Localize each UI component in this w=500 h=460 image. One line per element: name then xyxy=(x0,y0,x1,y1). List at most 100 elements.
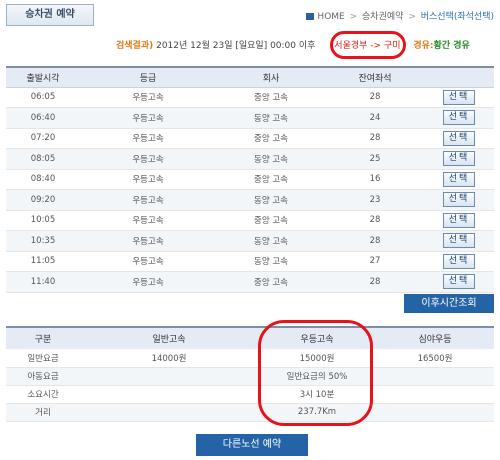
breadcrumb-home[interactable]: HOME xyxy=(317,12,344,22)
remaining-seats: 25 xyxy=(326,148,424,170)
table-row: 10:05 우등고속 중앙 고속 28 선택 xyxy=(6,210,494,231)
departure-time: 08:40 xyxy=(6,169,80,190)
bus-grade: 우등고속 xyxy=(80,230,216,252)
fare-premium: 237.7Km xyxy=(258,403,376,422)
fare-label: 소요시간 xyxy=(6,385,80,404)
table-row: 06:05 우등고속 중앙 고속 28 선택 xyxy=(6,87,494,108)
column-header-select xyxy=(424,67,494,88)
select-button[interactable]: 선택 xyxy=(443,110,475,126)
fare-premium: 일반요금의 50% xyxy=(258,367,376,386)
column-header-time: 출발시각 xyxy=(6,67,80,88)
column-header-night: 심야우등 xyxy=(376,327,494,349)
departure-time: 06:40 xyxy=(6,107,80,129)
bus-company: 중앙 고속 xyxy=(216,169,326,190)
bus-company: 중앙 고속 xyxy=(216,210,326,231)
select-button[interactable]: 선택 xyxy=(443,151,475,167)
column-header-grade: 등급 xyxy=(80,67,216,88)
table-row: 거리 237.7Km xyxy=(6,403,494,422)
breadcrumb-current: 버스선택(좌석선택) xyxy=(420,12,494,22)
bus-company: 중앙 고속 xyxy=(216,87,326,108)
fare-night xyxy=(376,385,494,404)
table-row: 11:05 우등고속 동양 고속 27 선택 xyxy=(6,251,494,272)
table-header-row: 구분 일반고속 우등고속 심야우등 xyxy=(6,327,494,349)
fare-label: 거리 xyxy=(6,403,80,422)
fare-general: 14000원 xyxy=(80,349,258,368)
via-label: 경유: xyxy=(413,41,434,51)
select-button[interactable]: 선택 xyxy=(443,212,475,228)
remaining-seats: 28 xyxy=(326,271,424,293)
departure-time: 11:40 xyxy=(6,271,80,293)
home-icon xyxy=(306,13,315,20)
table-row: 08:05 우등고속 동양 고속 25 선택 xyxy=(6,148,494,170)
bus-grade: 우등고속 xyxy=(80,148,216,170)
bus-company: 중앙 고속 xyxy=(216,128,326,149)
column-header-general: 일반고속 xyxy=(80,327,258,349)
select-button[interactable]: 선택 xyxy=(443,233,475,249)
departure-time: 11:05 xyxy=(6,251,80,272)
search-info: 검색결과) 2012년 12월 23일 [일요일] 00:00 이후 서울경부 … xyxy=(116,38,500,54)
fare-table: 구분 일반고속 우등고속 심야우등 일반요금 14000원 15000원 16500원… xyxy=(6,326,494,422)
bus-company: 동양 고속 xyxy=(216,148,326,170)
table-row: 아동요금 일반요금의 50% xyxy=(6,367,494,386)
bus-grade: 우등고속 xyxy=(80,271,216,293)
column-header-seats: 잔여좌석 xyxy=(326,67,424,88)
select-button[interactable]: 선택 xyxy=(443,274,475,290)
bus-grade: 우등고속 xyxy=(80,251,216,272)
remaining-seats: 28 xyxy=(326,230,424,252)
table-row: 09:20 우등고속 동양 고속 23 선택 xyxy=(6,189,494,211)
fare-premium: 3시 10분 xyxy=(258,385,376,404)
next-time-button[interactable]: 이후시간조회 xyxy=(404,294,494,313)
column-header-type: 구분 xyxy=(6,327,80,349)
bus-company: 동양 고속 xyxy=(216,189,326,211)
bus-grade: 우등고속 xyxy=(80,107,216,129)
departure-time: 08:05 xyxy=(6,148,80,170)
departure-time: 06:05 xyxy=(6,87,80,108)
remaining-seats: 16 xyxy=(326,169,424,190)
bus-company: 중앙 고속 xyxy=(216,271,326,293)
breadcrumb-step[interactable]: 승차권예약 xyxy=(362,12,403,22)
bus-company: 동양 고속 xyxy=(216,230,326,252)
fare-premium: 15000원 xyxy=(258,349,376,368)
remaining-seats: 28 xyxy=(326,128,424,149)
remaining-seats: 27 xyxy=(326,251,424,272)
fare-label: 아동요금 xyxy=(6,367,80,386)
remaining-seats: 28 xyxy=(326,87,424,108)
bus-grade: 우등고속 xyxy=(80,87,216,108)
table-row: 소요시간 3시 10분 xyxy=(6,385,494,404)
remaining-seats: 28 xyxy=(326,210,424,231)
table-header-row: 출발시각 등급 회사 잔여좌석 xyxy=(6,67,494,88)
search-result-label: 검색결과) xyxy=(116,41,154,51)
bus-grade: 우등고속 xyxy=(80,210,216,231)
bus-table: 출발시각 등급 회사 잔여좌석 06:05 우등고속 중앙 고속 28 선택 06:40 우… xyxy=(6,66,494,293)
departure-time: 07:20 xyxy=(6,128,80,149)
departure-time: 09:20 xyxy=(6,189,80,211)
other-route-button[interactable]: 다른노선 예약 xyxy=(196,434,308,456)
remaining-seats: 24 xyxy=(326,107,424,129)
bus-grade: 우등고속 xyxy=(80,128,216,149)
select-button[interactable]: 선택 xyxy=(443,130,475,146)
select-button[interactable]: 선택 xyxy=(443,171,475,187)
bus-grade: 우등고속 xyxy=(80,169,216,190)
page-title: 승차권 예약 xyxy=(6,4,94,26)
table-row: 07:20 우등고속 중앙 고속 28 선택 xyxy=(6,128,494,149)
select-button[interactable]: 선택 xyxy=(443,192,475,208)
table-row: 11:40 우등고속 중앙 고속 28 선택 xyxy=(6,271,494,293)
remaining-seats: 23 xyxy=(326,189,424,211)
table-row: 08:40 우등고속 중앙 고속 16 선택 xyxy=(6,169,494,190)
table-row: 일반요금 14000원 15000원 16500원 xyxy=(6,349,494,368)
route-highlight-oval xyxy=(330,31,406,59)
table-row: 06:40 우등고속 동양 고속 24 선택 xyxy=(6,107,494,129)
departure-time: 10:35 xyxy=(6,230,80,252)
table-row: 10:35 우등고속 동양 고속 28 선택 xyxy=(6,230,494,252)
select-button[interactable]: 선택 xyxy=(443,89,475,105)
search-date: 2012년 12월 23일 [일요일] 00:00 이후 xyxy=(156,41,316,51)
select-button[interactable]: 선택 xyxy=(443,253,475,269)
fare-night xyxy=(376,403,494,422)
fare-general xyxy=(80,403,258,422)
departure-time: 10:05 xyxy=(6,210,80,231)
column-header-company: 회사 xyxy=(216,67,326,88)
fare-label: 일반요금 xyxy=(6,349,80,368)
fare-general xyxy=(80,385,258,404)
fare-night: 16500원 xyxy=(376,349,494,368)
bus-company: 동양 고속 xyxy=(216,107,326,129)
